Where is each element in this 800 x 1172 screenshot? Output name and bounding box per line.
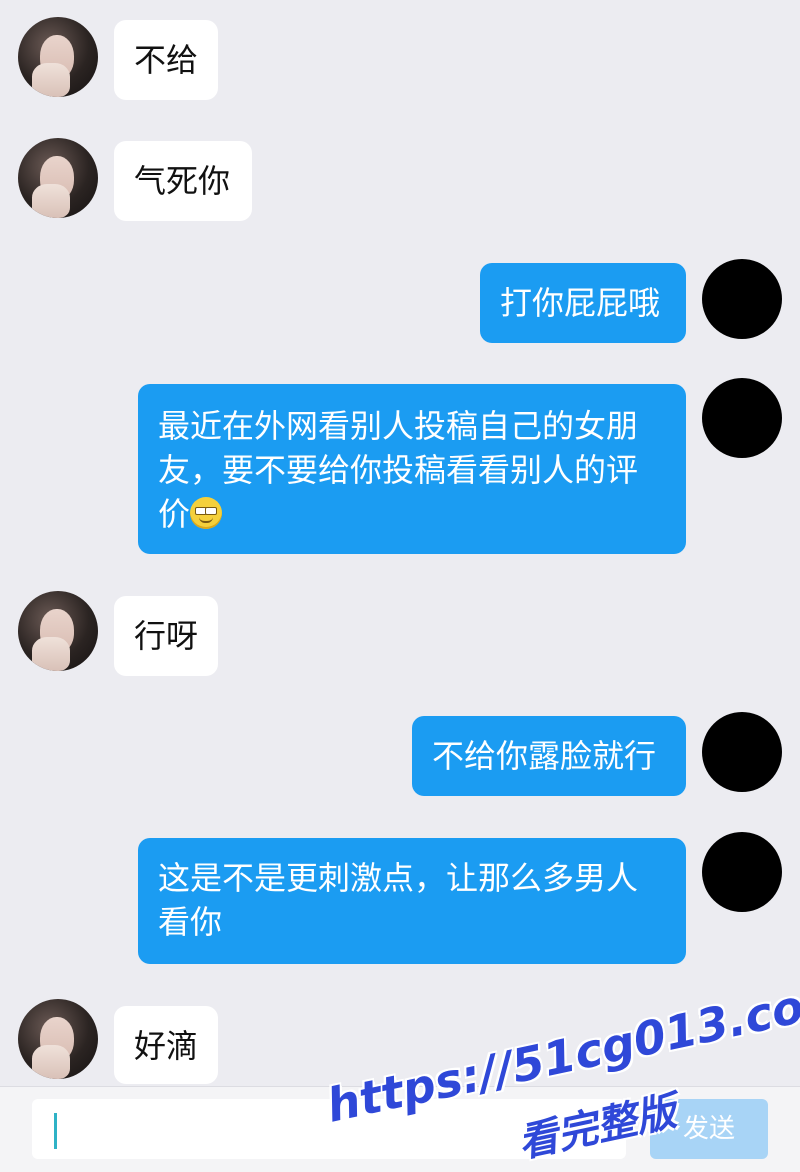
message-row: 气死你 [0,138,800,222]
incoming-message-bubble[interactable]: 不给 [114,20,218,100]
own-avatar[interactable] [702,712,782,792]
contact-avatar[interactable] [18,138,98,218]
message-row: 不给你露脸就行 [0,712,800,796]
message-text: 不给你露脸就行 [432,737,657,775]
own-avatar[interactable] [702,378,782,458]
sly-smile-emoji-icon [190,497,223,529]
outgoing-message-bubble[interactable]: 这是不是更刺激点，让那么多男人 看你 [138,838,686,964]
message-text: 打你屁屁哦 [500,284,661,322]
message-text-line: 看你 [158,903,223,941]
message-text: 气死你 [134,162,231,200]
message-row: 最近在外网看别人投稿自己的女朋 友，要不要给你投稿看看别人的评 价 [0,378,800,558]
text-cursor [54,1113,57,1149]
incoming-message-bubble[interactable]: 行呀 [114,596,218,676]
message-text: 行呀 [134,617,199,655]
outgoing-message-bubble[interactable]: 打你屁屁哦 [480,263,686,343]
message-row: 行呀 [0,591,800,676]
contact-avatar[interactable] [18,591,98,671]
message-text-line: 最近在外网看别人投稿自己的女朋 [158,407,639,445]
message-text: 好滴 [134,1027,199,1065]
incoming-message-bubble[interactable]: 好滴 [114,1006,218,1084]
message-text-line: 这是不是更刺激点，让那么多男人 [158,859,639,897]
message-text-line: 价 [158,492,666,536]
message-row: 打你屁屁哦 [0,259,800,343]
message-text-line: 友，要不要给你投稿看看别人的评 [158,451,639,489]
message-row: 不给 [0,17,800,101]
incoming-message-bubble[interactable]: 气死你 [114,141,252,221]
message-text: 不给 [134,41,199,79]
message-row: 这是不是更刺激点，让那么多男人 看你 [0,832,800,966]
outgoing-message-bubble[interactable]: 不给你露脸就行 [412,716,686,796]
contact-avatar[interactable] [18,17,98,97]
outgoing-message-bubble[interactable]: 最近在外网看别人投稿自己的女朋 友，要不要给你投稿看看别人的评 价 [138,384,686,554]
own-avatar[interactable] [702,259,782,339]
contact-avatar[interactable] [18,999,98,1079]
own-avatar[interactable] [702,832,782,912]
